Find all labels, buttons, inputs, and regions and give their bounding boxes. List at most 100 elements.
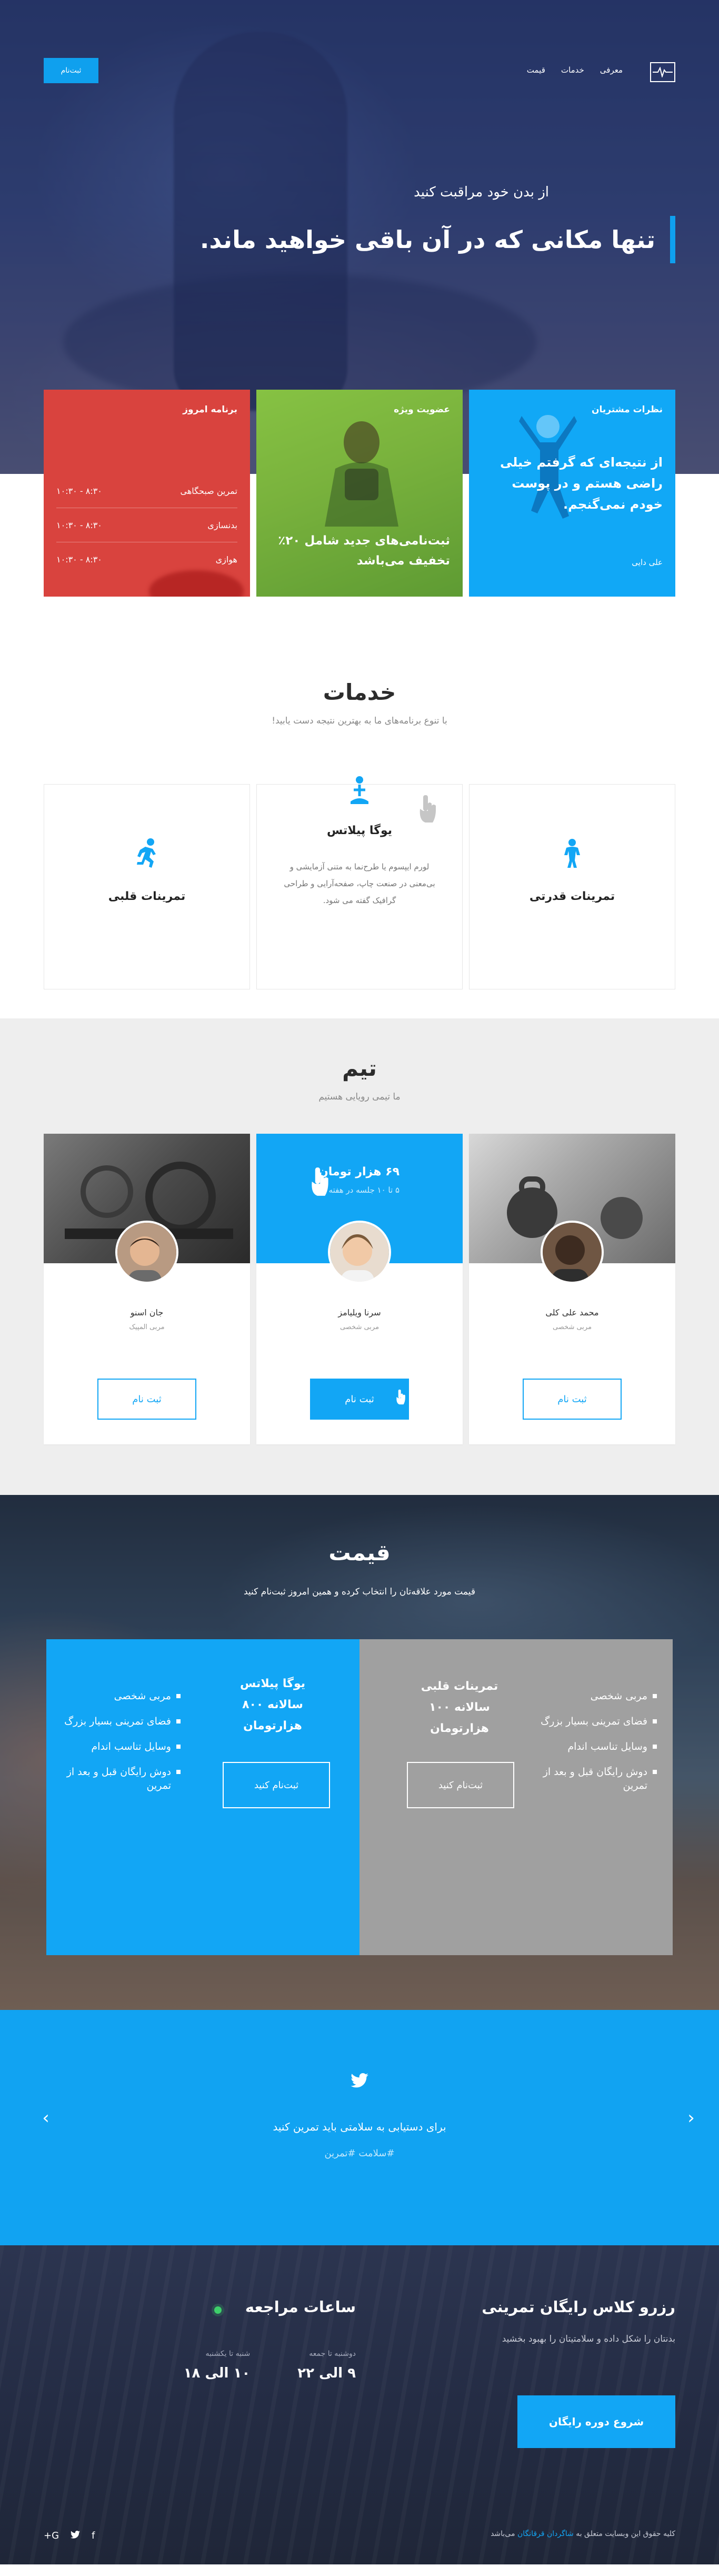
copyright: کلیه حقوق این وبسایت متعلق به شاگردان قر… bbox=[491, 2530, 675, 2538]
start-free-course-button[interactable]: شروع دوره رایگان bbox=[517, 2395, 675, 2448]
special-offer-text: ثبت‌نامی‌های جدید شامل ۲۰٪ تخفیف می‌باشد bbox=[278, 534, 450, 568]
plan-feature: فضای تمرینی بسیار بزرگ bbox=[525, 1715, 657, 1728]
strength-icon bbox=[564, 839, 580, 868]
google-plus-icon[interactable]: G+ bbox=[44, 2530, 59, 2541]
member-role: مربی شخصی bbox=[339, 1323, 380, 1331]
plan-signup-button[interactable]: ثبت‌نام کنید bbox=[223, 1762, 330, 1808]
service-card-active[interactable]: یوگا پیلاتس لورم ایپسوم یا طرح‌نما به مت… bbox=[256, 776, 463, 989]
hours-days: دوشنبه تا جمعه bbox=[309, 2350, 356, 2358]
twitter-section: ‹ برای دستیابی به سلامتی باید تمرین کنید… bbox=[0, 2010, 719, 2245]
member-role: مربی شخصی bbox=[552, 1323, 592, 1331]
member-name: سرنا ویلیامز bbox=[338, 1307, 381, 1317]
feature-cards: نظرات مشتریان از نتیجه‌ای که گرفتم خیلی … bbox=[44, 390, 675, 597]
service-name: یوگا پیلاتس bbox=[326, 824, 393, 837]
nav-link-services[interactable]: خدمات bbox=[561, 65, 584, 75]
twitter-icon bbox=[351, 2073, 368, 2088]
testimonial-author: علی دایی bbox=[632, 558, 663, 567]
copyright-prefix: کلیه حقوق این وبسایت متعلق به bbox=[576, 2530, 675, 2538]
hours-time: ۱۰ الی ۱۸ bbox=[183, 2365, 251, 2381]
plan-feature: دوش رایگان قبل و بعد از تمرین bbox=[525, 1765, 657, 1792]
nav-signup-button[interactable]: ثبت‌نام bbox=[44, 58, 98, 83]
pointer-hand-icon bbox=[396, 1389, 405, 1405]
member-avatar bbox=[328, 1221, 391, 1284]
opening-hours: ساعات مراجعه دوشنبه تا جمعه ۹ الی ۲۲ شنب… bbox=[145, 2298, 356, 2381]
plan-header: تمرینات قلبی سالانه ۱۰۰ هزارتومان bbox=[402, 1676, 517, 1739]
footer: رزرو کلاس رایگان تمرینی بدنتان را شکل دا… bbox=[0, 2245, 719, 2564]
copyright-link[interactable]: شاگردان قرقانگان bbox=[517, 2530, 574, 2538]
plan-feature: دوش رایگان قبل و بعد از تمرین bbox=[54, 1765, 181, 1792]
schedule-row: بدنسازی ۸:۳۰ - ۱۰:۳۰ bbox=[56, 508, 237, 542]
nav-link-about[interactable]: معرفی bbox=[600, 65, 623, 75]
tweet-hashtags[interactable]: #سلامت #تمرین bbox=[0, 2148, 719, 2159]
team-member-card: جان اسنو مربی المپیک ثبت نام bbox=[44, 1134, 250, 1444]
services-grid: تمرینات قدرتی یوگا پیلاتس لورم ایپسوم یا… bbox=[44, 776, 675, 989]
member-name: محمد علی کلی bbox=[545, 1307, 599, 1317]
member-signup-button[interactable]: ثبت نام bbox=[97, 1379, 196, 1420]
navbar: معرفی خدمات قیمت ثبت‌نام bbox=[44, 58, 675, 84]
plan-features: مربی شخصی فضای تمرینی بسیار بزرگ وسایل ت… bbox=[525, 1689, 657, 1804]
team-subtitle: ما تیمی رویایی هستیم bbox=[318, 1092, 401, 1102]
tweet-text: برای دستیابی به سلامتی باید تمرین کنید bbox=[273, 2121, 446, 2133]
carousel-prev-arrow-icon[interactable]: › bbox=[38, 2107, 54, 2128]
pointer-hand-icon bbox=[312, 1167, 328, 1196]
service-card[interactable]: تمرینات قلبی bbox=[44, 784, 250, 989]
service-name: تمرینات قدرتی bbox=[529, 890, 615, 903]
hero-subtitle: از بدن خود مراقبت کنید bbox=[414, 184, 549, 200]
testimonial-card-title: نظرات مشتریان bbox=[592, 404, 663, 415]
schedule-row: تمرین صبحگاهی ۸:۳۰ - ۱۰:۳۰ bbox=[56, 474, 237, 508]
member-signup-button[interactable]: ثبت نام bbox=[310, 1379, 409, 1420]
plan-feature: وسایل تناسب اندام bbox=[54, 1740, 181, 1753]
logo-heartbeat-icon[interactable] bbox=[650, 62, 675, 82]
plan-feature: فضای تمرینی بسیار بزرگ bbox=[54, 1715, 181, 1728]
nav-link-pricing[interactable]: قیمت bbox=[527, 65, 545, 75]
schedule-card-title: برنامه امروز bbox=[183, 404, 237, 415]
hero-title: تنها مکانی که در آن باقی خواهید ماند. bbox=[149, 216, 675, 263]
member-signup-button[interactable]: ثبت نام bbox=[523, 1379, 622, 1420]
social-links: f G+ bbox=[44, 2530, 95, 2541]
plan-header: یوگا پیلاتس سالانه ۸۰۰ هزارتومان bbox=[215, 1673, 331, 1737]
member-role: مربی المپیک bbox=[129, 1323, 165, 1331]
pricing-plan-card: یوگا پیلاتس سالانه ۸۰۰ هزارتومان مربی شخ… bbox=[46, 1639, 359, 1955]
schedule-item-time: ۸:۳۰ - ۱۰:۳۰ bbox=[56, 520, 102, 530]
schedule-item-name: تمرین صبحگاهی bbox=[180, 486, 237, 496]
pushup-athlete-image bbox=[325, 421, 398, 527]
member-name: جان اسنو bbox=[130, 1307, 164, 1317]
hours-weekend: شنبه تا یکشنبه ۱۰ الی ۱۸ bbox=[184, 2350, 251, 2381]
team-title: تیم bbox=[342, 1055, 377, 1081]
pricing-plan-card: مربی شخصی فضای تمرینی بسیار بزرگ وسایل ت… bbox=[359, 1639, 673, 1955]
service-description: لورم ایپسوم یا طرح‌نما به متنی آزمایشی و… bbox=[284, 862, 435, 905]
main-nav: معرفی خدمات قیمت bbox=[527, 65, 623, 75]
service-name: تمرینات قلبی bbox=[108, 890, 186, 903]
yoga-icon bbox=[351, 776, 368, 804]
schedule-list: تمرین صبحگاهی ۸:۳۰ - ۱۰:۳۰ بدنسازی ۸:۳۰ … bbox=[56, 474, 237, 577]
schedule-item-name: بدنسازی bbox=[207, 520, 237, 530]
member-signup-label: ثبت نام bbox=[345, 1393, 374, 1405]
plan-price: سالانه ۸۰۰ هزارتومان bbox=[242, 1698, 303, 1732]
plan-feature: مربی شخصی bbox=[525, 1689, 657, 1703]
reserve-block: رزرو کلاس رایگان تمرینی بدنتان را شکل دا… bbox=[482, 2298, 675, 2344]
member-avatar bbox=[115, 1221, 178, 1284]
schedule-item-time: ۸:۳۰ - ۱۰:۳۰ bbox=[56, 554, 102, 564]
services-title: خدمات bbox=[323, 679, 396, 705]
plan-signup-button[interactable]: ثبت‌نام کنید bbox=[407, 1762, 514, 1808]
team-grid: محمد علی کلی مربی شخصی ثبت نام ۶۹ هزار ت… bbox=[44, 1134, 675, 1444]
service-card[interactable]: تمرینات قدرتی bbox=[469, 784, 675, 989]
twitter-icon[interactable] bbox=[71, 2530, 81, 2541]
testimonial-quote: از نتیجه‌ای که گرفتم خیلی راضی هستم و در… bbox=[500, 455, 663, 512]
schedule-item-name: هوازی bbox=[215, 554, 237, 564]
running-icon bbox=[137, 838, 156, 868]
pricing-plans: مربی شخصی فضای تمرینی بسیار بزرگ وسایل ت… bbox=[46, 1639, 673, 1955]
reserve-title: رزرو کلاس رایگان تمرینی bbox=[482, 2298, 675, 2316]
hours-time: ۹ الی ۲۲ bbox=[297, 2365, 356, 2381]
team-member-card: محمد علی کلی مربی شخصی ثبت نام bbox=[469, 1134, 675, 1444]
plan-title: یوگا پیلاتس bbox=[239, 1677, 306, 1690]
team-member-card: ۶۹ هزار تومان ۵ تا ۱۰ جلسه در هفته سرنا … bbox=[256, 1134, 463, 1444]
schedule-card: برنامه امروز تمرین صبحگاهی ۸:۳۰ - ۱۰:۳۰ … bbox=[44, 390, 250, 597]
hours-grid: دوشنبه تا جمعه ۹ الی ۲۲ شنبه تا یکشنبه ۱… bbox=[145, 2350, 356, 2381]
pointer-hand-icon bbox=[420, 795, 436, 823]
pricing-subtitle: قیمت مورد علاقه‌تان را انتخاب کرده و همی… bbox=[244, 1587, 475, 1597]
plan-feature: وسایل تناسب اندام bbox=[525, 1740, 657, 1753]
facebook-icon[interactable]: f bbox=[92, 2530, 95, 2541]
schedule-item-time: ۸:۳۰ - ۱۰:۳۰ bbox=[56, 486, 102, 496]
hours-days: شنبه تا یکشنبه bbox=[205, 2350, 251, 2358]
